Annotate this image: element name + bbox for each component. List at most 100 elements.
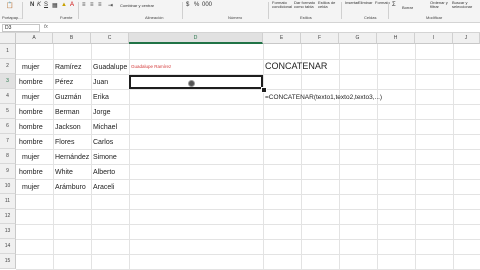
row-header-15[interactable]: 15 [0,254,16,269]
column-header-b[interactable]: B [53,33,91,44]
separator [341,2,342,19]
cell-a7[interactable]: hombre [19,134,43,149]
gridline [263,44,264,270]
cell-c2[interactable]: Guadalupe [93,59,127,74]
column-header-d[interactable]: D [129,33,263,44]
cell-a10[interactable]: mujer [22,179,40,194]
insert-button[interactable]: Insertar [345,1,359,5]
cell-c6[interactable]: Michael [93,119,117,134]
name-box[interactable]: D3 [2,24,40,32]
row-header-6[interactable]: 6 [0,119,16,134]
cell-a5[interactable]: hombre [19,104,43,119]
gridline [16,239,480,240]
column-header-h[interactable]: H [377,33,415,44]
column-header-e[interactable]: E [263,33,301,44]
column-header-f[interactable]: F [301,33,339,44]
row-header-5[interactable]: 5 [0,104,16,119]
cell-b2[interactable]: Ramírez [55,59,81,74]
row-header-8[interactable]: 8 [0,149,16,164]
cell-a8[interactable]: mujer [22,149,40,164]
separator [22,2,23,19]
clipboard-group-label: Portapap... [2,15,22,20]
cell-b5[interactable]: Berman [55,104,80,119]
cell-b3[interactable]: Pérez [55,74,73,89]
row-header-2[interactable]: 2 [0,59,16,74]
indent-icon[interactable]: ⇥ [108,2,113,9]
fx-icon[interactable]: fx [44,23,48,32]
row-header-1[interactable]: 1 [0,44,16,59]
cell-b9[interactable]: White [55,164,73,179]
gridline [16,134,480,135]
delete-button[interactable]: Eliminar [358,1,372,5]
percent-icon[interactable]: % [194,2,199,8]
active-cell-selection[interactable] [129,75,263,89]
cell-c4[interactable]: Erika [93,89,109,104]
gridline [16,209,480,210]
align-center-icon[interactable]: ≡ [90,2,94,8]
paste-icon[interactable]: 📋 [6,2,13,9]
cell-b8[interactable]: Hernández [55,149,89,164]
separator [388,2,389,19]
italic-icon[interactable]: K [37,2,41,8]
row-header-4[interactable]: 4 [0,89,16,104]
row-header-9[interactable]: 9 [0,164,16,179]
fill-color-icon[interactable]: ▲ [61,2,67,8]
cell-b7[interactable]: Flores [55,134,74,149]
fill-handle[interactable] [261,87,267,93]
cell-c3[interactable]: Juan [93,74,108,89]
cell-c8[interactable]: Simone [93,149,117,164]
cell-e2[interactable]: CONCATENAR [265,59,327,74]
cell-e4[interactable]: =CONCATENAR(texto1,texto2,texto3,...) [265,89,382,104]
autosum-icon[interactable]: Σ [392,2,396,8]
align-right-icon[interactable]: ≡ [98,2,102,8]
gridline [415,44,416,270]
cell-a6[interactable]: hombre [19,119,43,134]
cell-a2[interactable]: mujer [22,59,40,74]
cell-c10[interactable]: Araceli [93,179,114,194]
bold-icon[interactable]: N [30,2,34,8]
row-header-14[interactable]: 14 [0,239,16,254]
currency-icon[interactable]: $ [186,2,189,8]
number-group-label: Número [228,15,243,20]
select-all-corner[interactable] [0,33,16,44]
cell-a4[interactable]: mujer [22,89,40,104]
cell-c5[interactable]: Jorge [93,104,111,119]
cell-b6[interactable]: Jackson [55,119,81,134]
cell-styles-button[interactable]: Estilos de celda [318,1,338,9]
worksheet-grid[interactable]: A B C D E F G H I J 1 2 3 4 5 6 7 8 9 10… [0,33,480,270]
borders-icon[interactable]: ▦ [52,2,58,9]
thousands-icon[interactable]: 000 [202,2,212,8]
cell-c9[interactable]: Alberto [93,164,115,179]
column-header-i[interactable]: I [415,33,453,44]
column-header-c[interactable]: C [91,33,129,44]
align-left-icon[interactable]: ≡ [82,2,86,8]
row-header-11[interactable]: 11 [0,194,16,209]
gridline [453,44,454,270]
clear-button[interactable]: Borrar [402,6,413,10]
cell-a9[interactable]: hombre [19,164,43,179]
underline-icon[interactable]: S [44,2,48,8]
separator [182,2,183,19]
column-header-j[interactable]: J [453,33,480,44]
merge-center-button[interactable]: Combinar y centrar [120,4,154,8]
mouse-cursor-icon [188,80,195,87]
row-header-13[interactable]: 13 [0,224,16,239]
cell-d2[interactable]: Guadalupe Ramírez [131,59,171,74]
row-header-3[interactable]: 3 [0,74,16,89]
column-header-a[interactable]: A [16,33,53,44]
cell-c7[interactable]: Carlos [93,134,113,149]
row-header-10[interactable]: 10 [0,179,16,194]
format-as-table-button[interactable]: Dar formato como tabla [294,1,316,9]
row-header-7[interactable]: 7 [0,134,16,149]
sort-filter-button[interactable]: Ordenar y filtrar [430,1,448,9]
row-header-12[interactable]: 12 [0,209,16,224]
cells-group-label: Celdas [364,15,377,20]
font-color-icon[interactable]: A [70,2,74,8]
find-select-button[interactable]: Buscar y seleccionar [452,1,474,9]
conditional-format-button[interactable]: Formato condicional [272,1,292,9]
separator [78,2,79,19]
cell-b4[interactable]: Guzmán [55,89,81,104]
cell-b10[interactable]: Arámburo [55,179,86,194]
column-header-g[interactable]: G [339,33,377,44]
cell-a3[interactable]: hombre [19,74,43,89]
